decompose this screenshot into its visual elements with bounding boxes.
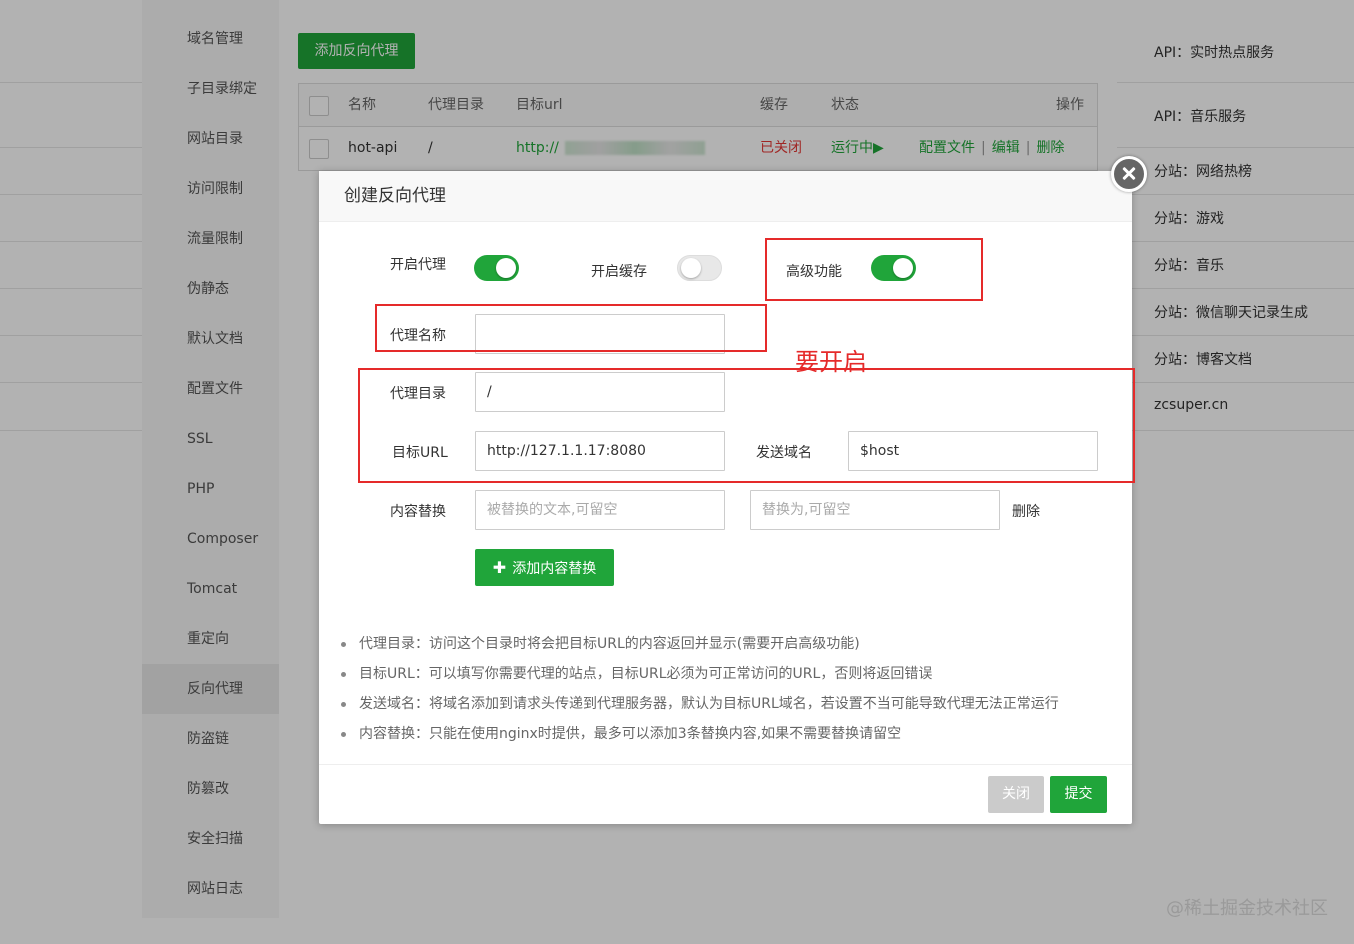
replace-to-input[interactable]: 替换为,可留空 — [750, 490, 1000, 530]
replace-from-input[interactable]: 被替换的文本,可留空 — [475, 490, 725, 530]
close-icon[interactable] — [1111, 156, 1147, 192]
annotation-box-dir-url — [358, 368, 1135, 483]
enable-proxy-toggle[interactable] — [474, 255, 519, 281]
note-item: 代理目录：访问这个目录时将会把目标URL的内容返回并显示(需要开启高级功能) — [341, 629, 1121, 659]
annotation-box-advanced — [765, 238, 983, 301]
create-reverse-proxy-dialog: 创建反向代理 开启代理 开启缓存 高级功能 代理名称 代理目录 / 目标URL … — [319, 171, 1132, 824]
annotation-box-name — [375, 304, 767, 352]
replace-delete-link[interactable]: 删除 — [1012, 501, 1040, 521]
add-content-replace-button[interactable]: ✚ 添加内容替换 — [475, 549, 614, 586]
watermark: @稀土掘金技术社区 — [1166, 898, 1328, 919]
dialog-footer: 关闭 提交 — [319, 764, 1132, 824]
enable-cache-label: 开启缓存 — [591, 264, 647, 280]
submit-button[interactable]: 提交 — [1050, 776, 1107, 813]
note-item: 目标URL：可以填写你需要代理的站点，目标URL必须为可正常访问的URL，否则将… — [341, 659, 1121, 689]
dialog-title: 创建反向代理 — [319, 171, 1132, 222]
add-content-replace-label: 添加内容替换 — [512, 561, 597, 577]
enable-cache-toggle[interactable] — [677, 255, 722, 281]
replace-label: 内容替换 — [390, 504, 446, 520]
note-item: 内容替换：只能在使用nginx时提供，最多可以添加3条替换内容,如果不需要替换请… — [341, 719, 1121, 749]
plus-icon: ✚ — [492, 558, 507, 577]
note-item: 发送域名：将域名添加到请求头传递到代理服务器，默认为目标URL域名，若设置不当可… — [341, 689, 1121, 719]
enable-proxy-label: 开启代理 — [390, 257, 446, 273]
close-button[interactable]: 关闭 — [988, 776, 1044, 813]
help-notes: 代理目录：访问这个目录时将会把目标URL的内容返回并显示(需要开启高级功能) 目… — [341, 629, 1121, 749]
annotation-text: 要开启 — [795, 348, 867, 376]
